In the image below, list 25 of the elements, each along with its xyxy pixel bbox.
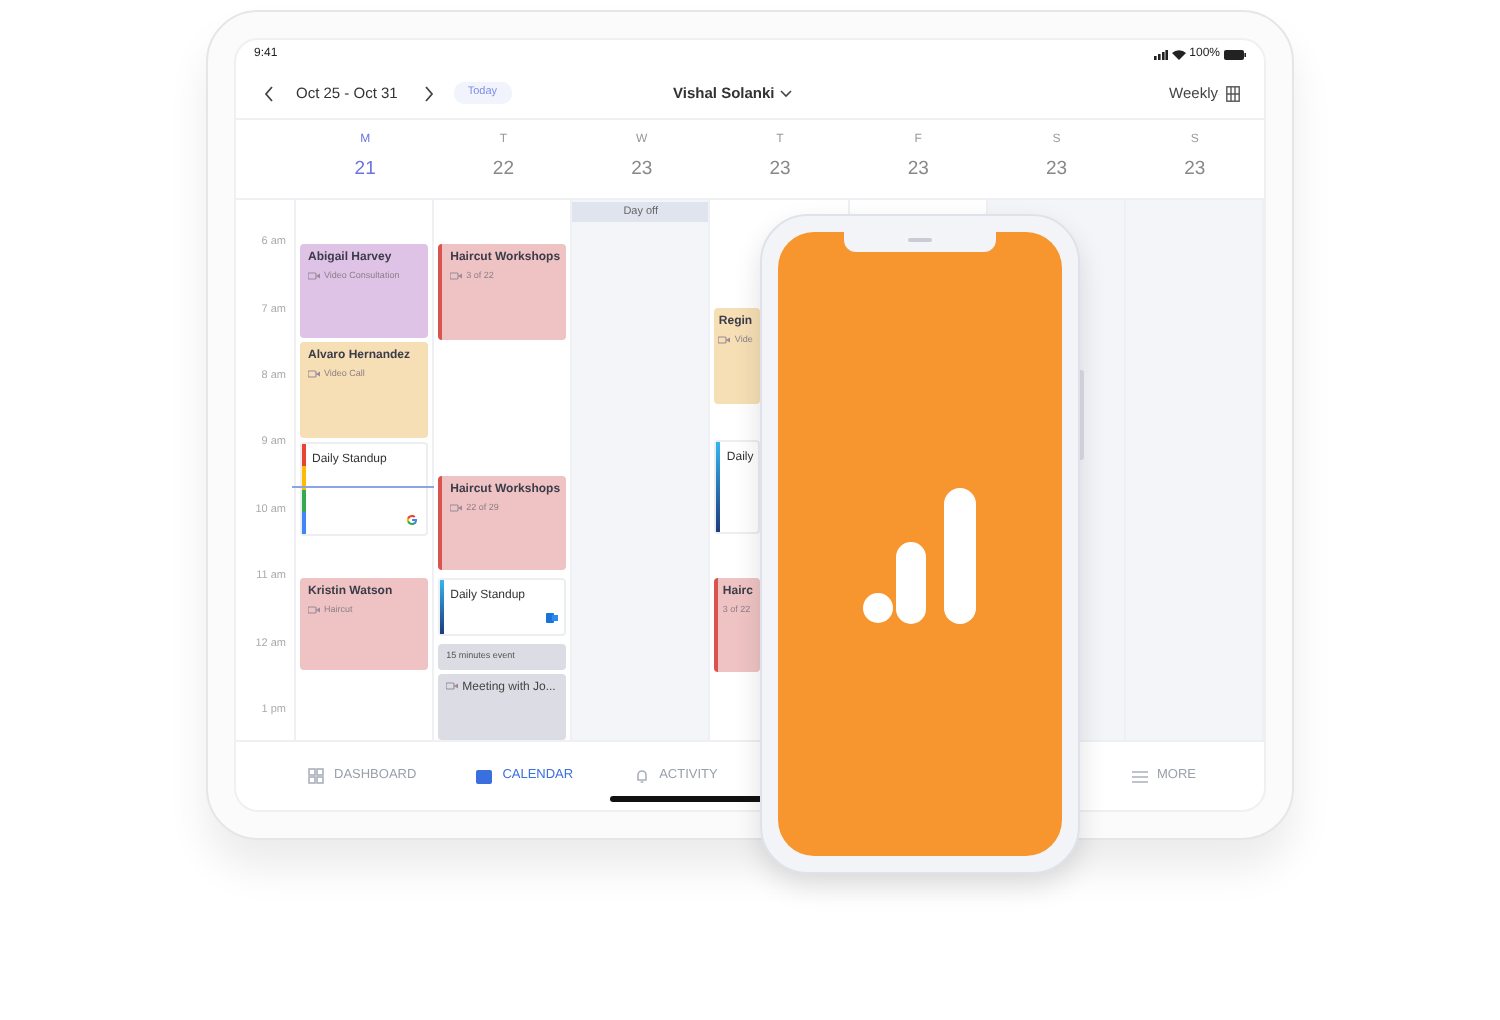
next-week-button[interactable]: [421, 83, 438, 103]
video-icon: [308, 369, 320, 377]
color-bar: [440, 580, 445, 634]
dashboard-icon: [308, 768, 324, 784]
menu-icon: [1131, 769, 1147, 783]
video-icon: [308, 271, 320, 279]
calendar-icon: [476, 768, 493, 784]
video-icon: [446, 682, 459, 690]
chevron-down-icon: [780, 89, 793, 97]
columns-icon: [1226, 85, 1240, 101]
previous-week-button[interactable]: [260, 83, 276, 103]
video-icon: [718, 335, 731, 343]
battery-icon: [1224, 49, 1246, 59]
video-icon: [450, 503, 463, 511]
video-icon: [450, 271, 463, 279]
chevron-right-icon: [424, 85, 435, 101]
wifi-icon: [1171, 49, 1186, 59]
g-logo-icon: [406, 514, 419, 526]
bell-icon: [633, 768, 650, 784]
signal-icon: [1153, 49, 1168, 59]
video-icon: [308, 605, 320, 613]
chevron-left-icon: [263, 85, 273, 101]
color-bar: [716, 442, 721, 532]
bar-chart-logo-icon: [862, 488, 978, 624]
calendar-app-icon: [546, 612, 559, 624]
